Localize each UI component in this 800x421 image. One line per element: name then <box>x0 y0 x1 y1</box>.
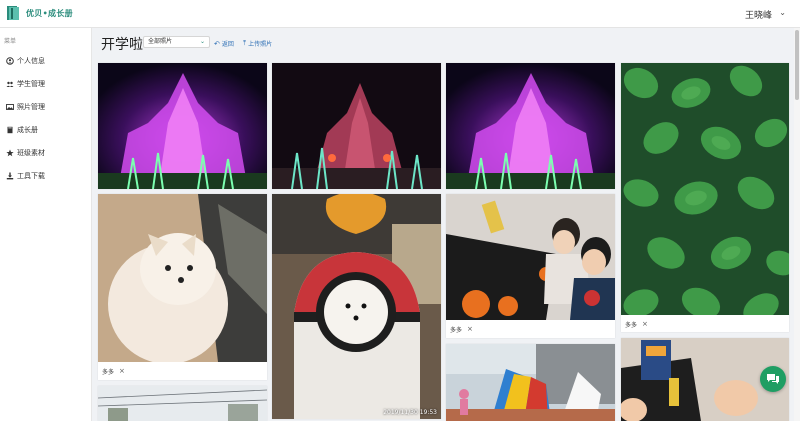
brand-name: 优贝•成长册 <box>26 9 73 18</box>
green-leaves-photo[interactable] <box>621 63 789 315</box>
photo-tag-row: 多多 × <box>621 316 789 332</box>
sidebar-item-materials[interactable]: 班级素材 <box>0 144 92 162</box>
sidebar-item-label: 工具下载 <box>17 172 45 180</box>
user-name[interactable]: 王晓峰 <box>745 8 772 21</box>
sidebar-item-students[interactable]: 学生管理 <box>0 75 92 93</box>
playground-tents-photo[interactable] <box>446 344 615 421</box>
tag-label: 多多 <box>625 321 638 329</box>
album-select-value: 全部照片 <box>148 38 173 45</box>
castle-show-photo[interactable] <box>272 63 441 189</box>
sidebar-item-growth-book[interactable]: 成长册 <box>0 121 92 139</box>
close-icon[interactable]: × <box>642 320 648 328</box>
sidebar-item-profile[interactable]: 个人信息 <box>0 52 92 70</box>
photo-card[interactable] <box>98 63 267 189</box>
upload-label: 上传照片 <box>248 41 273 48</box>
chevron-down-icon[interactable]: ⌄ <box>779 8 786 17</box>
upload-icon: ⤒ <box>243 39 247 47</box>
user-circle-icon <box>6 57 14 65</box>
photo-card[interactable] <box>446 63 615 189</box>
chat-bubbles-icon <box>767 374 779 384</box>
photo-tag-row: 多多 × <box>446 321 615 337</box>
sidebar-item-photos[interactable]: 照片管理 <box>0 98 92 116</box>
image-icon <box>6 103 14 111</box>
photo-card[interactable] <box>446 344 615 421</box>
book-logo-icon <box>7 6 19 20</box>
sidebar-item-downloads[interactable]: 工具下载 <box>0 167 92 185</box>
close-icon[interactable]: × <box>119 367 125 375</box>
scrollbar-thumb[interactable] <box>795 30 799 100</box>
photo-card[interactable]: 2019/11/30 19:53 <box>272 194 441 419</box>
castle-night-photo[interactable] <box>446 63 615 189</box>
download-icon <box>6 172 14 180</box>
photo-card[interactable]: 多多 × <box>446 194 615 338</box>
sidebar-item-label: 个人信息 <box>17 57 45 65</box>
sidebar-item-label: 成长册 <box>17 126 38 134</box>
sidebar-item-label: 照片管理 <box>17 103 45 111</box>
chevron-down-icon: ⌄ <box>199 38 205 45</box>
kids-crafting-photo[interactable] <box>446 194 615 320</box>
album-select[interactable]: 全部照片 ⌄ <box>143 36 210 48</box>
pomeranian-dog-photo[interactable] <box>98 194 267 362</box>
upload-photo-button[interactable]: ⤒ 上传照片 <box>243 39 272 48</box>
photo-card[interactable]: 多多 × <box>621 63 789 332</box>
page-title: 开学啦 <box>101 37 143 53</box>
photo-card[interactable]: 多多 × <box>98 194 267 380</box>
chat-button[interactable] <box>760 366 786 392</box>
book-icon <box>6 126 14 134</box>
photo-card[interactable] <box>272 63 441 189</box>
star-icon <box>6 149 14 157</box>
top-header: 优贝•成长册 王晓峰 ⌄ <box>0 0 800 28</box>
users-icon <box>6 80 14 88</box>
photo-tag-row: 多多 × <box>98 363 267 379</box>
back-button[interactable]: ↶ 返回 <box>214 39 234 49</box>
sidebar: 菜单 个人信息 学生管理 照片管理 成长册 班级素材 工具下载 <box>0 28 92 421</box>
menu-title: 菜单 <box>4 38 17 45</box>
back-label: 返回 <box>221 41 234 48</box>
castle-night-photo[interactable] <box>98 63 267 189</box>
photo-timestamp: 2019/11/30 19:53 <box>383 409 437 416</box>
reply-arrow-icon: ↶ <box>214 39 220 48</box>
sidebar-item-label: 班级素材 <box>17 149 45 157</box>
close-icon[interactable]: × <box>467 325 473 333</box>
tag-label: 多多 <box>102 368 115 376</box>
dog-in-capsule-photo[interactable]: 2019/11/30 19:53 <box>272 194 441 419</box>
tag-label: 多多 <box>450 326 463 334</box>
sidebar-item-label: 学生管理 <box>17 80 45 88</box>
outdoor-sky-photo[interactable] <box>98 386 267 421</box>
photo-card[interactable] <box>98 386 267 421</box>
